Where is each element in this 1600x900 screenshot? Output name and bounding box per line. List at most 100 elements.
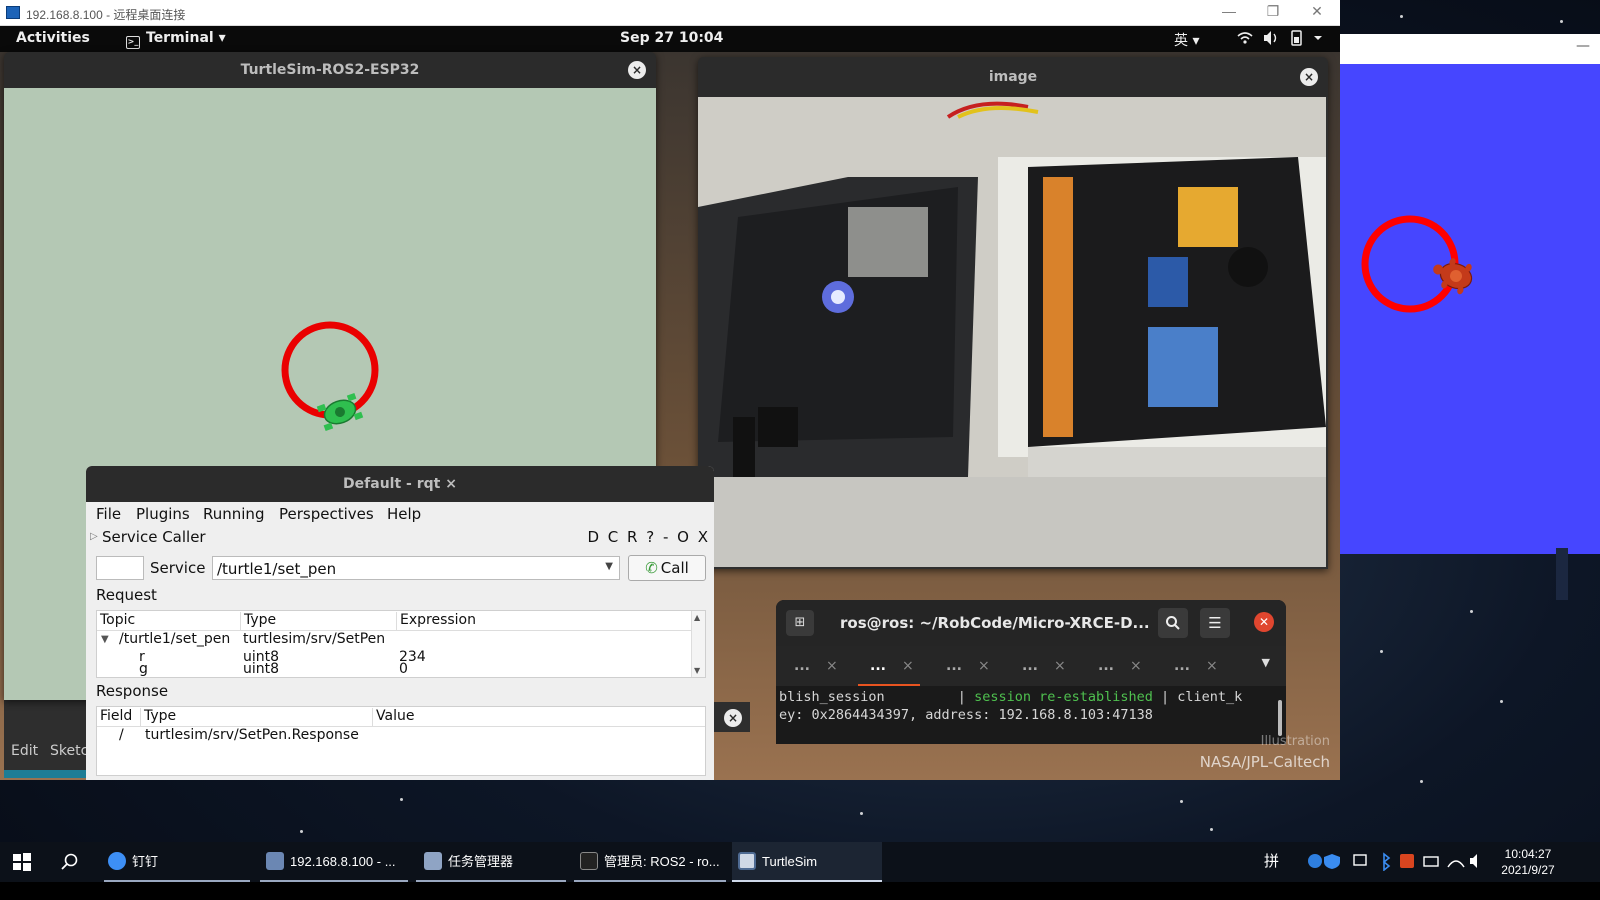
terminal-close-button[interactable]: ✕ bbox=[1254, 612, 1274, 632]
search-icon bbox=[1166, 616, 1180, 630]
scroll-down-icon[interactable]: ▼ bbox=[694, 666, 700, 675]
image-title: image bbox=[988, 69, 1038, 85]
close-icon[interactable]: × bbox=[1130, 658, 1142, 674]
service-combobox[interactable]: /turtle1/set_pen ▼ bbox=[212, 556, 620, 580]
close-icon[interactable]: × bbox=[978, 658, 990, 674]
request-table[interactable]: Topic Type Expression ▼ /turtle1/set_pen… bbox=[96, 610, 706, 678]
response-table[interactable]: Field Type Value / turtlesim/srv/SetPen.… bbox=[96, 706, 706, 776]
col-topic[interactable]: Topic bbox=[97, 612, 135, 631]
service-row: Service /turtle1/set_pen ▼ ✆ Call bbox=[86, 554, 714, 582]
image-close-button[interactable]: × bbox=[1300, 68, 1318, 86]
menu-file[interactable]: File bbox=[96, 505, 121, 523]
input-method-indicator[interactable]: 英 ▾ bbox=[1174, 30, 1199, 50]
taskbar-item-dingtalk[interactable]: 钉钉 bbox=[104, 842, 250, 882]
cell-expression[interactable]: 0 bbox=[399, 661, 408, 677]
refresh-button[interactable] bbox=[96, 556, 144, 580]
menu-sketch[interactable]: Sketc bbox=[50, 743, 88, 759]
request-scrollbar[interactable]: ▲ ▼ bbox=[691, 611, 705, 677]
scroll-up-icon[interactable]: ▲ bbox=[694, 613, 700, 622]
table-row[interactable]: / turtlesim/srv/SetPen.Response bbox=[97, 727, 705, 745]
activities-button[interactable]: Activities bbox=[16, 30, 90, 46]
turtlesim-titlebar[interactable]: TurtleSim-ROS2-ESP32 × bbox=[4, 52, 656, 88]
terminal-window[interactable]: ⊞ ros@ros: ~/RobCode/Micro-XRCE-D... ☰ ✕… bbox=[776, 600, 1286, 744]
rqt-titlebar[interactable]: Default - rqt × bbox=[86, 466, 714, 502]
menu-edit[interactable]: Edit bbox=[11, 743, 38, 759]
close-icon[interactable]: × bbox=[1054, 658, 1066, 674]
system-tray[interactable] bbox=[1236, 29, 1326, 51]
taskbar-clock[interactable]: 10:04:27 2021/9/27 bbox=[1496, 846, 1560, 878]
terminal-titlebar[interactable]: ⊞ ros@ros: ~/RobCode/Micro-XRCE-D... ☰ ✕ bbox=[776, 600, 1286, 646]
col-type[interactable]: Type bbox=[240, 612, 276, 631]
terminal-tab-active[interactable]: ... × bbox=[852, 658, 922, 687]
menu-perspectives[interactable]: Perspectives bbox=[279, 505, 374, 523]
chevron-down-icon: ▾ bbox=[218, 30, 226, 46]
taskbar-item-turtlesim[interactable]: TurtleSim bbox=[732, 842, 882, 882]
service-caller-header: ▷ Service Caller D C R ? - O X bbox=[86, 526, 714, 550]
restore-button[interactable]: ❐ bbox=[1258, 3, 1288, 23]
table-row[interactable]: g uint8 0 bbox=[97, 661, 705, 677]
terminal-tab[interactable]: ... × bbox=[928, 658, 998, 680]
taskbar-date: 2021/9/27 bbox=[1501, 863, 1555, 877]
col-field[interactable]: Field bbox=[97, 708, 132, 727]
rqt-window[interactable]: Default - rqt × File Plugins Running Per… bbox=[86, 466, 714, 780]
remote-desktop-icon bbox=[266, 852, 284, 870]
gnome-clock[interactable]: Sep 27 10:04 bbox=[620, 30, 723, 46]
hamburger-menu-button[interactable]: ☰ bbox=[1200, 608, 1230, 638]
star bbox=[860, 812, 863, 815]
col-expression[interactable]: Expression bbox=[396, 612, 476, 631]
rqt-title: Default - rqt bbox=[343, 476, 441, 492]
cmd-icon bbox=[580, 852, 598, 870]
close-icon[interactable]: × bbox=[902, 658, 914, 674]
tray-icons[interactable] bbox=[1306, 842, 1486, 882]
image-window[interactable]: image × bbox=[698, 57, 1328, 569]
rqt-close-button[interactable]: × bbox=[445, 476, 457, 492]
terminal-tab[interactable]: ... × bbox=[1004, 658, 1074, 680]
col-value[interactable]: Value bbox=[372, 708, 414, 727]
search-button[interactable] bbox=[1158, 608, 1188, 638]
credits-line: Illustration bbox=[1260, 734, 1330, 749]
menu-plugins[interactable]: Plugins bbox=[136, 505, 190, 523]
terminal-line: ey: 0x2864434397, address: 192.168.8.103… bbox=[779, 707, 1153, 723]
taskbar-item-remote-desktop[interactable]: 192.168.8.100 - ... bbox=[260, 842, 408, 882]
dingtalk-icon bbox=[108, 852, 126, 870]
star bbox=[1420, 780, 1423, 783]
tab-label: ... bbox=[1022, 658, 1038, 674]
taskbar-item-cmd[interactable]: 管理员: ROS2 - ro... bbox=[574, 842, 726, 882]
minimize-button[interactable]: — bbox=[1214, 3, 1244, 23]
tab-label: ... bbox=[794, 658, 810, 674]
turtlesim-close-button[interactable]: × bbox=[628, 61, 646, 79]
app-menu-terminal[interactable]: >_ Terminal ▾ bbox=[126, 30, 226, 49]
table-row[interactable]: ▼ /turtle1/set_pen turtlesim/srv/SetPen bbox=[97, 631, 705, 649]
menu-help[interactable]: Help bbox=[387, 505, 421, 523]
rdp-titlebar[interactable]: 192.168.8.100 - 远程桌面连接 — ❐ ✕ bbox=[0, 0, 1340, 26]
collapse-icon[interactable]: ▷ bbox=[90, 531, 98, 542]
col-type[interactable]: Type bbox=[140, 708, 176, 727]
service-label: Service bbox=[150, 559, 206, 577]
close-button[interactable]: ✕ bbox=[1302, 3, 1332, 23]
start-button[interactable] bbox=[12, 842, 36, 882]
new-tab-button[interactable]: ⊞ bbox=[786, 610, 814, 636]
search-button[interactable] bbox=[60, 842, 84, 882]
close-icon[interactable]: × bbox=[1206, 658, 1218, 674]
menu-running[interactable]: Running bbox=[203, 505, 264, 523]
plugin-controls[interactable]: D C R ? - O X bbox=[587, 528, 710, 546]
terminal-scrollbar[interactable] bbox=[1278, 700, 1282, 736]
image-titlebar[interactable]: image × bbox=[698, 57, 1328, 97]
ime-indicator[interactable]: 拼 bbox=[1264, 842, 1279, 882]
terminal-tab[interactable]: ... × bbox=[1080, 658, 1150, 680]
local-turtlesim-titlebar[interactable]: — bbox=[1340, 34, 1600, 64]
esp32-board-photo bbox=[698, 97, 1326, 567]
cell-field: / bbox=[119, 727, 124, 743]
tab-list-chevron-icon[interactable]: ▼ bbox=[1262, 656, 1270, 669]
sketch-close-button[interactable]: × bbox=[724, 709, 742, 727]
taskbar-item-task-manager[interactable]: 任务管理器 bbox=[416, 842, 566, 882]
local-turtlesim-canvas bbox=[1340, 64, 1600, 554]
terminal-tab-bar: ... × ... × ... × ... × ... × ... × bbox=[776, 646, 1286, 687]
terminal-tab[interactable]: ... × bbox=[1156, 658, 1226, 680]
close-icon[interactable]: × bbox=[826, 658, 838, 674]
minimize-button[interactable]: — bbox=[1576, 38, 1590, 54]
expand-icon[interactable]: ▼ bbox=[101, 634, 109, 645]
call-button[interactable]: ✆ Call bbox=[628, 555, 706, 581]
sketch-window-partial[interactable]: Edit Sketc bbox=[4, 700, 88, 778]
terminal-tab[interactable]: ... × bbox=[776, 658, 846, 680]
